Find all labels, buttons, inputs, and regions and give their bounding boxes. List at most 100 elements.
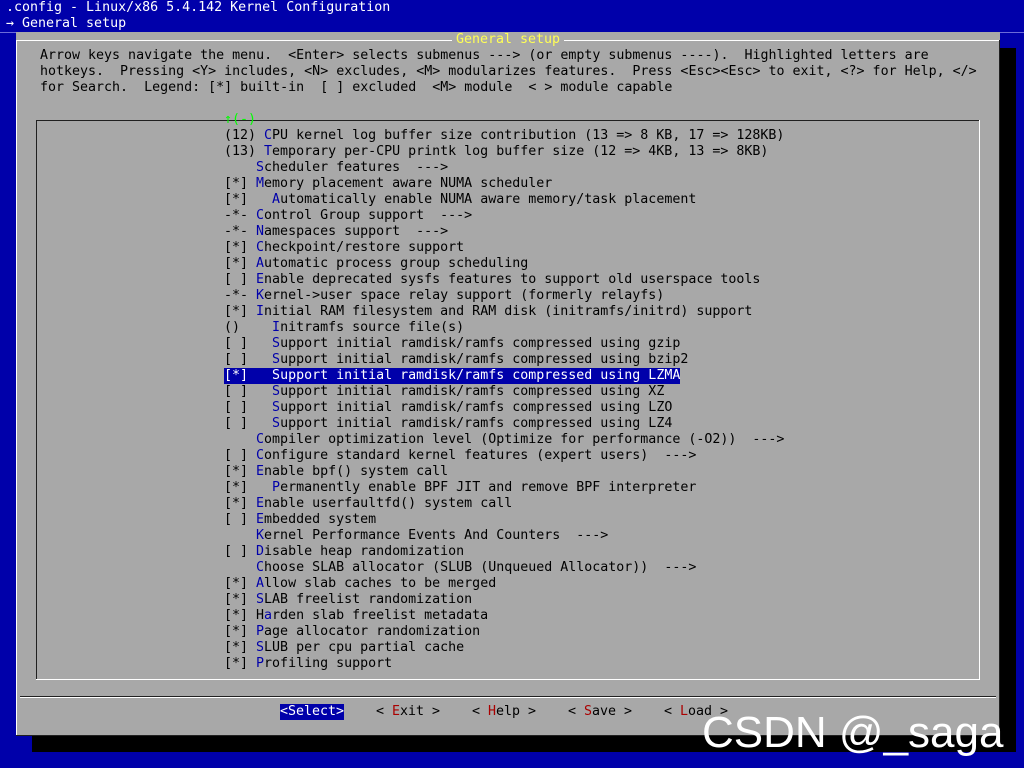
- menu-item[interactable]: [ ] Support initial ramdisk/ramfs compre…: [224, 384, 664, 400]
- menu-item-prefix: [ ]: [224, 416, 273, 431]
- scroll-up-indicator[interactable]: ↑(-): [224, 112, 256, 128]
- menu-item-label: isable heap randomization: [264, 544, 465, 559]
- menu-item[interactable]: [ ] Support initial ramdisk/ramfs compre…: [224, 352, 688, 368]
- menu-item[interactable]: [*] Allow slab caches to be merged: [224, 576, 496, 592]
- menu-item-label: ontrol Group support --->: [264, 208, 473, 223]
- menu-item-label: llow slab caches to be merged: [264, 576, 497, 591]
- button-hotkey: H: [488, 704, 497, 719]
- menu-item-prefix: [224, 432, 256, 447]
- menu-item-prefix: [ ]: [224, 384, 273, 399]
- menu-item-hotkey: S: [272, 416, 281, 431]
- menu-item-hotkey: C: [256, 560, 265, 575]
- menu-item-hotkey: D: [256, 544, 265, 559]
- menu-item-prefix: [*]: [224, 480, 273, 495]
- general-setup-dialog: General setup Arrow keys navigate the me…: [16, 32, 1000, 736]
- menu-item-hotkey: K: [256, 288, 265, 303]
- menu-item[interactable]: [ ] Support initial ramdisk/ramfs compre…: [224, 416, 672, 432]
- button-bracket: <: [376, 704, 393, 719]
- menu-item-label: nitramfs source file(s): [280, 320, 465, 335]
- menu-item-prefix: [*]: [224, 192, 273, 207]
- menu-item[interactable]: () Initramfs source file(s): [224, 320, 464, 336]
- menu-item-prefix: [*]: [224, 464, 257, 479]
- menu-item[interactable]: [*] Initial RAM filesystem and RAM disk …: [224, 304, 752, 320]
- menu-item[interactable]: [*] SLUB per cpu partial cache: [224, 640, 464, 656]
- menu-item[interactable]: -*- Namespaces support --->: [224, 224, 448, 240]
- menu-item[interactable]: [*] Automatic process group scheduling: [224, 256, 528, 272]
- menu-box-border-top: [36, 120, 980, 121]
- menu-item-label: heckpoint/restore support: [264, 240, 465, 255]
- menu-item[interactable]: [ ] Support initial ramdisk/ramfs compre…: [224, 400, 672, 416]
- menu-item[interactable]: [*] Page allocator randomization: [224, 624, 480, 640]
- menu-item[interactable]: [ ] Configure standard kernel features (…: [224, 448, 696, 464]
- menu-item-hotkey: S: [272, 400, 281, 415]
- menu-item-hotkey: A: [256, 256, 265, 271]
- help-button[interactable]: < Help >: [472, 704, 536, 720]
- menu-item[interactable]: [ ] Embedded system: [224, 512, 376, 528]
- menu-item-hotkey: C: [256, 240, 265, 255]
- menu-item-label: cheduler features --->: [264, 160, 449, 175]
- menu-box-border-left: [36, 120, 37, 680]
- menu-item-prefix: [*]: [224, 304, 257, 319]
- dialog-border-right: [999, 40, 1000, 736]
- button-separator-highlight: [20, 697, 996, 698]
- button-label: elect>: [296, 704, 345, 719]
- menu-item-prefix: [224, 560, 256, 575]
- menu-item[interactable]: [*] Memory placement aware NUMA schedule…: [224, 176, 552, 192]
- menu-item-prefix: [ ]: [224, 400, 273, 415]
- menu-item-prefix: [*]: [224, 624, 257, 639]
- menu-item[interactable]: [ ] Enable deprecated sysfs features to …: [224, 272, 760, 288]
- menu-item-prefix: [ ]: [224, 272, 257, 287]
- menu-item-prefix: [*]: [224, 256, 257, 271]
- menu-item-hotkey: A: [256, 576, 265, 591]
- menu-item[interactable]: -*- Kernel->user space relay support (fo…: [224, 288, 664, 304]
- menu-item-prefix: [224, 528, 256, 543]
- menu-item[interactable]: [*] Harden slab freelist metadata: [224, 608, 488, 624]
- button-bracket: <: [664, 704, 681, 719]
- menu-item-prefix: [*]: [224, 592, 257, 607]
- menu-item-prefix: [*]: [224, 176, 257, 191]
- menu-item-prefix: [*]: [224, 640, 257, 655]
- menu-item-hotkey: E: [256, 272, 265, 287]
- menu-item[interactable]: (12) CPU kernel log buffer size contribu…: [224, 128, 784, 144]
- menu-item-prefix: -*-: [224, 288, 257, 303]
- menu-item[interactable]: [*] Automatically enable NUMA aware memo…: [224, 192, 696, 208]
- select-button[interactable]: <Select>: [280, 704, 345, 720]
- menu-item[interactable]: [ ] Disable heap randomization: [224, 544, 464, 560]
- menu-item-prefix: [*]: [224, 240, 257, 255]
- menu-item[interactable]: [*] SLAB freelist randomization: [224, 592, 472, 608]
- menu-item[interactable]: Compiler optimization level (Optimize fo…: [224, 432, 784, 448]
- menu-item-label: utomatic process group scheduling: [264, 256, 529, 271]
- menu-item[interactable]: [*] Enable userfaultfd() system call: [224, 496, 512, 512]
- menu-item[interactable]: Kernel Performance Events And Counters -…: [224, 528, 608, 544]
- menu-item-hotkey: S: [272, 368, 281, 383]
- menu-item-hotkey: S: [272, 352, 281, 367]
- menu-item-prefix: [*]: [224, 576, 257, 591]
- menu-item[interactable]: -*- Control Group support --->: [224, 208, 472, 224]
- menu-item-hotkey: T: [264, 144, 273, 159]
- save-button[interactable]: < Save >: [568, 704, 632, 720]
- menu-item[interactable]: [*] Checkpoint/restore support: [224, 240, 464, 256]
- menu-item-hotkey: I: [272, 320, 281, 335]
- menu-item-label: nitial RAM filesystem and RAM disk (init…: [264, 304, 753, 319]
- menu-item[interactable]: [ ] Support initial ramdisk/ramfs compre…: [224, 336, 680, 352]
- help-line: for Search. Legend: [*] built-in [ ] exc…: [40, 80, 673, 95]
- menu-item-prefix: [ ]: [224, 336, 273, 351]
- menu-item-hotkey: P: [256, 656, 265, 671]
- menu-item-label: upport initial ramdisk/ramfs compressed …: [280, 368, 681, 383]
- menu-item[interactable]: [*] Enable bpf() system call: [224, 464, 448, 480]
- menu-item-label: PU kernel log buffer size contribution (…: [272, 128, 785, 143]
- button-hotkey: E: [392, 704, 401, 719]
- menu-item[interactable]: [*] Support initial ramdisk/ramfs compre…: [224, 368, 681, 384]
- button-label: ave >: [592, 704, 633, 719]
- menu-item-hotkey: N: [256, 224, 265, 239]
- menu-item[interactable]: [*] Permanently enable BPF JIT and remov…: [224, 480, 696, 496]
- button-hotkey: S: [288, 704, 297, 719]
- exit-button[interactable]: < Exit >: [376, 704, 440, 720]
- menu-item[interactable]: (13) Temporary per-CPU printk log buffer…: [224, 144, 768, 160]
- menu-item-label: hoose SLAB allocator (SLUB (Unqueued All…: [264, 560, 697, 575]
- menu-item-label: upport initial ramdisk/ramfs compressed …: [280, 384, 665, 399]
- help-line: hotkeys. Pressing <Y> includes, <N> excl…: [40, 64, 977, 79]
- menu-item[interactable]: [*] Profiling support: [224, 656, 392, 672]
- menu-item[interactable]: Scheduler features --->: [224, 160, 448, 176]
- menu-item[interactable]: Choose SLAB allocator (SLUB (Unqueued Al…: [224, 560, 696, 576]
